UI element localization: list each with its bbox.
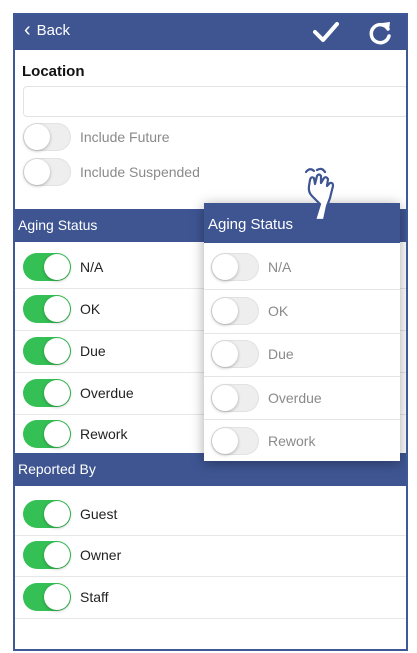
top-bar: ‹ Back xyxy=(15,15,406,50)
toggle-knob xyxy=(44,501,70,527)
include-suspended-toggle[interactable] xyxy=(23,158,71,186)
divider xyxy=(204,419,400,420)
toggle-knob xyxy=(212,341,238,367)
aging-ok-label: OK xyxy=(80,301,101,317)
toggle-knob xyxy=(44,584,70,610)
reported-item-guest[interactable]: Guest xyxy=(23,499,117,529)
aging-overdue-toggle[interactable] xyxy=(23,379,71,407)
toggle-knob xyxy=(44,380,70,406)
reported-item-owner[interactable]: Owner xyxy=(23,540,121,570)
toggle-knob xyxy=(44,542,70,568)
aging-status-popup: Aging Status N/A OK Due Overdue Rework xyxy=(204,203,400,461)
aging-due-label: Due xyxy=(80,343,106,359)
aging-item-overdue[interactable]: Overdue xyxy=(23,378,134,408)
checkmark-icon[interactable] xyxy=(313,21,339,43)
aging-rework-toggle[interactable] xyxy=(23,420,71,448)
include-suspended-label: Include Suspended xyxy=(80,164,200,180)
aging-due-toggle[interactable] xyxy=(23,337,71,365)
popup-overdue-label: Overdue xyxy=(268,390,322,406)
include-future-row[interactable]: Include Future xyxy=(23,122,170,152)
reported-guest-toggle[interactable] xyxy=(23,500,71,528)
toggle-knob xyxy=(24,159,50,185)
refresh-icon[interactable] xyxy=(367,20,393,46)
filter-screen: ‹ Back Location Include Future Include S… xyxy=(13,13,408,651)
toggle-knob xyxy=(44,254,70,280)
divider xyxy=(15,618,406,619)
toggle-knob xyxy=(212,385,238,411)
reported-staff-toggle[interactable] xyxy=(23,583,71,611)
divider xyxy=(204,289,400,290)
popup-due-label: Due xyxy=(268,346,294,362)
include-future-toggle[interactable] xyxy=(23,123,71,151)
toggle-knob xyxy=(212,428,238,454)
popup-ok-toggle[interactable] xyxy=(211,297,259,325)
back-button[interactable]: ‹ Back xyxy=(24,18,71,41)
hand-swipe-icon xyxy=(304,167,335,222)
popup-item-due[interactable]: Due xyxy=(211,339,294,369)
include-suspended-row[interactable]: Include Suspended xyxy=(23,157,200,187)
reported-owner-toggle[interactable] xyxy=(23,541,71,569)
popup-overdue-toggle[interactable] xyxy=(211,384,259,412)
location-label: Location xyxy=(22,63,85,80)
popup-ok-label: OK xyxy=(268,303,289,319)
aging-item-ok[interactable]: OK xyxy=(23,294,100,324)
toggle-knob xyxy=(44,338,70,364)
popup-item-rework[interactable]: Rework xyxy=(211,426,315,456)
back-label: Back xyxy=(36,22,71,39)
toggle-knob xyxy=(24,124,50,150)
reported-staff-label: Staff xyxy=(80,589,109,605)
toggle-knob xyxy=(212,298,238,324)
chevron-left-icon: ‹ xyxy=(24,18,31,41)
divider xyxy=(15,535,406,536)
popup-na-label: N/A xyxy=(268,259,292,275)
popup-item-na[interactable]: N/A xyxy=(211,252,291,282)
toggle-knob xyxy=(212,254,238,280)
popup-rework-toggle[interactable] xyxy=(211,427,259,455)
divider xyxy=(204,376,400,377)
aging-item-due[interactable]: Due xyxy=(23,336,106,366)
location-input[interactable] xyxy=(23,86,406,117)
popup-rework-label: Rework xyxy=(268,433,316,449)
reported-item-staff[interactable]: Staff xyxy=(23,582,109,612)
aging-na-label: N/A xyxy=(80,259,104,275)
divider xyxy=(204,333,400,334)
aging-rework-label: Rework xyxy=(80,426,128,442)
aging-overdue-label: Overdue xyxy=(80,385,134,401)
divider xyxy=(15,576,406,577)
popup-item-overdue[interactable]: Overdue xyxy=(211,383,322,413)
toggle-knob xyxy=(44,296,70,322)
reported-owner-label: Owner xyxy=(80,547,122,563)
popup-item-ok[interactable]: OK xyxy=(211,296,288,326)
aging-na-toggle[interactable] xyxy=(23,253,71,281)
toggle-knob xyxy=(44,421,70,447)
reported-guest-label: Guest xyxy=(80,506,118,522)
aging-item-rework[interactable]: Rework xyxy=(23,419,127,449)
include-future-label: Include Future xyxy=(80,129,170,145)
popup-na-toggle[interactable] xyxy=(211,253,259,281)
popup-due-toggle[interactable] xyxy=(211,340,259,368)
aging-ok-toggle[interactable] xyxy=(23,295,71,323)
aging-item-na[interactable]: N/A xyxy=(23,252,103,282)
